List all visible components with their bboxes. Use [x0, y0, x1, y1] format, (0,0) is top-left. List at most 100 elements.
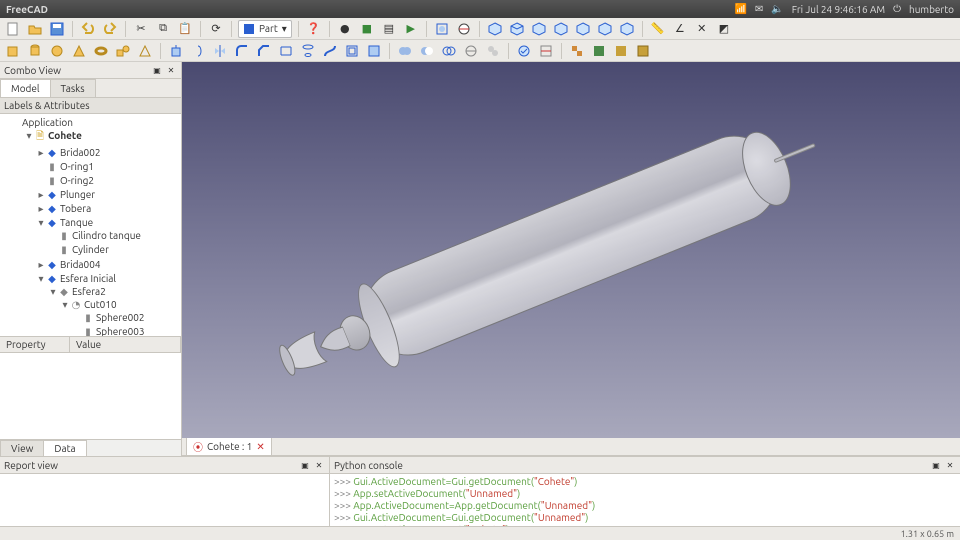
- cross-sections-button[interactable]: [537, 42, 555, 60]
- export-button[interactable]: [612, 42, 630, 60]
- import-button[interactable]: [590, 42, 608, 60]
- view-bottom-button[interactable]: [596, 20, 614, 38]
- part-extrude-button[interactable]: [167, 42, 185, 60]
- macro-record-button[interactable]: ●: [336, 20, 354, 38]
- whatsthis-button[interactable]: ❓: [305, 20, 323, 38]
- part-ruled-button[interactable]: [277, 42, 295, 60]
- new-doc-button[interactable]: [4, 20, 22, 38]
- measure-toggle-button[interactable]: ◩: [715, 20, 733, 38]
- bool-section-button[interactable]: [462, 42, 480, 60]
- view-left-button[interactable]: [618, 20, 636, 38]
- wifi-icon[interactable]: 📶: [734, 3, 746, 15]
- redo-button[interactable]: [101, 20, 119, 38]
- panel-float-button[interactable]: ▣: [151, 64, 163, 76]
- tab-data[interactable]: Data: [43, 440, 86, 456]
- measure-angular-button[interactable]: ∠: [671, 20, 689, 38]
- panel-float-button[interactable]: ▣: [299, 459, 311, 471]
- part-primitives-button[interactable]: [114, 42, 132, 60]
- tree-expand-icon[interactable]: ▾: [60, 299, 70, 311]
- tree-item[interactable]: ▾◔Cut010▮Sphere002▮Sphere003: [60, 298, 181, 336]
- tree-expand-icon[interactable]: ▸: [36, 259, 46, 271]
- macro-list-button[interactable]: ▤: [380, 20, 398, 38]
- open-button[interactable]: [26, 20, 44, 38]
- tree-item[interactable]: ▮Sphere002: [72, 311, 181, 325]
- view-iso-button[interactable]: [486, 20, 504, 38]
- measure-clear-button[interactable]: ✕: [693, 20, 711, 38]
- tree-item[interactable]: ▮Cilindro tanque: [48, 229, 181, 243]
- 3d-viewport[interactable]: [182, 62, 960, 438]
- tree-item[interactable]: ▾◆Tanque▮Cilindro tanque▮Cylinder: [36, 216, 181, 258]
- tree-item[interactable]: ▸◆Tobera: [36, 202, 181, 216]
- user-menu[interactable]: humberto: [909, 4, 954, 15]
- tree-expand-icon[interactable]: ▾: [48, 286, 58, 298]
- workbench-selector[interactable]: Part ▾: [238, 20, 292, 38]
- copy-button[interactable]: ⧉: [154, 20, 172, 38]
- mail-icon[interactable]: ✉: [755, 3, 763, 15]
- view-top-button[interactable]: [530, 20, 548, 38]
- paste-button[interactable]: 📋: [176, 20, 194, 38]
- panel-close-button[interactable]: ✕: [165, 64, 177, 76]
- tab-tasks[interactable]: Tasks: [50, 79, 96, 97]
- panel-close-button[interactable]: ✕: [313, 459, 325, 471]
- draw-style-button[interactable]: [455, 20, 473, 38]
- measure-linear-button[interactable]: 📏: [649, 20, 667, 38]
- power-icon[interactable]: ⏻: [893, 3, 901, 15]
- bool-common-button[interactable]: [440, 42, 458, 60]
- bool-compound-button[interactable]: [484, 42, 502, 60]
- macro-play-button[interactable]: ▶: [402, 20, 420, 38]
- part-loft-button[interactable]: [299, 42, 317, 60]
- part-sphere-button[interactable]: [48, 42, 66, 60]
- tab-model[interactable]: Model: [0, 79, 51, 97]
- view-fit-button[interactable]: [433, 20, 451, 38]
- check-geometry-button[interactable]: [515, 42, 533, 60]
- tree-item[interactable]: ▸◆Brida004: [36, 258, 181, 272]
- panel-close-button[interactable]: ✕: [944, 459, 956, 471]
- part-cylinder-button[interactable]: [26, 42, 44, 60]
- model-tree[interactable]: Application▾🗎Cohete▸◆Brida002▮O-ring1▮O-…: [0, 114, 181, 336]
- cut-button[interactable]: ✂: [132, 20, 150, 38]
- tree-item[interactable]: ▸◆Brida002: [36, 146, 181, 160]
- tree-expand-icon[interactable]: ▸: [36, 147, 46, 159]
- tree-item[interactable]: ▮Sphere003: [72, 325, 181, 336]
- tree-expand-icon[interactable]: ▾: [24, 130, 34, 142]
- volume-icon[interactable]: 🔈: [771, 3, 783, 15]
- part-torus-button[interactable]: [92, 42, 110, 60]
- part-revolve-button[interactable]: [189, 42, 207, 60]
- bool-cut-button[interactable]: [418, 42, 436, 60]
- tree-document[interactable]: ▾🗎Cohete▸◆Brida002▮O-ring1▮O-ring2▸◆Plun…: [24, 128, 181, 336]
- tree-expand-icon[interactable]: ▾: [36, 217, 46, 229]
- part-cone-button[interactable]: [70, 42, 88, 60]
- view-front-button[interactable]: [508, 20, 526, 38]
- tree-root[interactable]: Application▾🗎Cohete▸◆Brida002▮O-ring1▮O-…: [12, 116, 181, 336]
- make-compound-button[interactable]: [568, 42, 586, 60]
- macro-stop-button[interactable]: ■: [358, 20, 376, 38]
- part-shapebuilder-button[interactable]: [136, 42, 154, 60]
- view-right-button[interactable]: [552, 20, 570, 38]
- tree-item[interactable]: ▮O-ring1: [36, 160, 181, 174]
- report-body[interactable]: [0, 474, 329, 526]
- undo-button[interactable]: [79, 20, 97, 38]
- panel-float-button[interactable]: ▣: [930, 459, 942, 471]
- tree-item[interactable]: ▸◆Plunger: [36, 188, 181, 202]
- part-sweep-button[interactable]: [321, 42, 339, 60]
- part-fillet-button[interactable]: [233, 42, 251, 60]
- refine-button[interactable]: [634, 42, 652, 60]
- part-thickness-button[interactable]: [365, 42, 383, 60]
- close-icon[interactable]: ✕: [256, 441, 264, 453]
- tree-item[interactable]: ▾◆Esfera Inicial▾◆Esfera2▾◔Cut010▮Sphere…: [36, 272, 181, 336]
- python-console-body[interactable]: >>> Gui.ActiveDocument=Gui.getDocument("…: [330, 474, 960, 526]
- view-rear-button[interactable]: [574, 20, 592, 38]
- tree-expand-icon[interactable]: ▾: [36, 273, 46, 285]
- part-offset-button[interactable]: [343, 42, 361, 60]
- clock[interactable]: Fri Jul 24 9:46:16 AM: [792, 4, 885, 15]
- part-box-button[interactable]: [4, 42, 22, 60]
- tab-view[interactable]: View: [0, 440, 44, 456]
- property-body[interactable]: [0, 353, 181, 439]
- refresh-button[interactable]: ⟳: [207, 20, 225, 38]
- save-button[interactable]: [48, 20, 66, 38]
- bool-union-button[interactable]: [396, 42, 414, 60]
- tree-expand-icon[interactable]: ▸: [36, 203, 46, 215]
- view-tab-cohete[interactable]: ⦿ Cohete : 1 ✕: [186, 437, 272, 455]
- tree-expand-icon[interactable]: ▸: [36, 189, 46, 201]
- part-mirror-button[interactable]: [211, 42, 229, 60]
